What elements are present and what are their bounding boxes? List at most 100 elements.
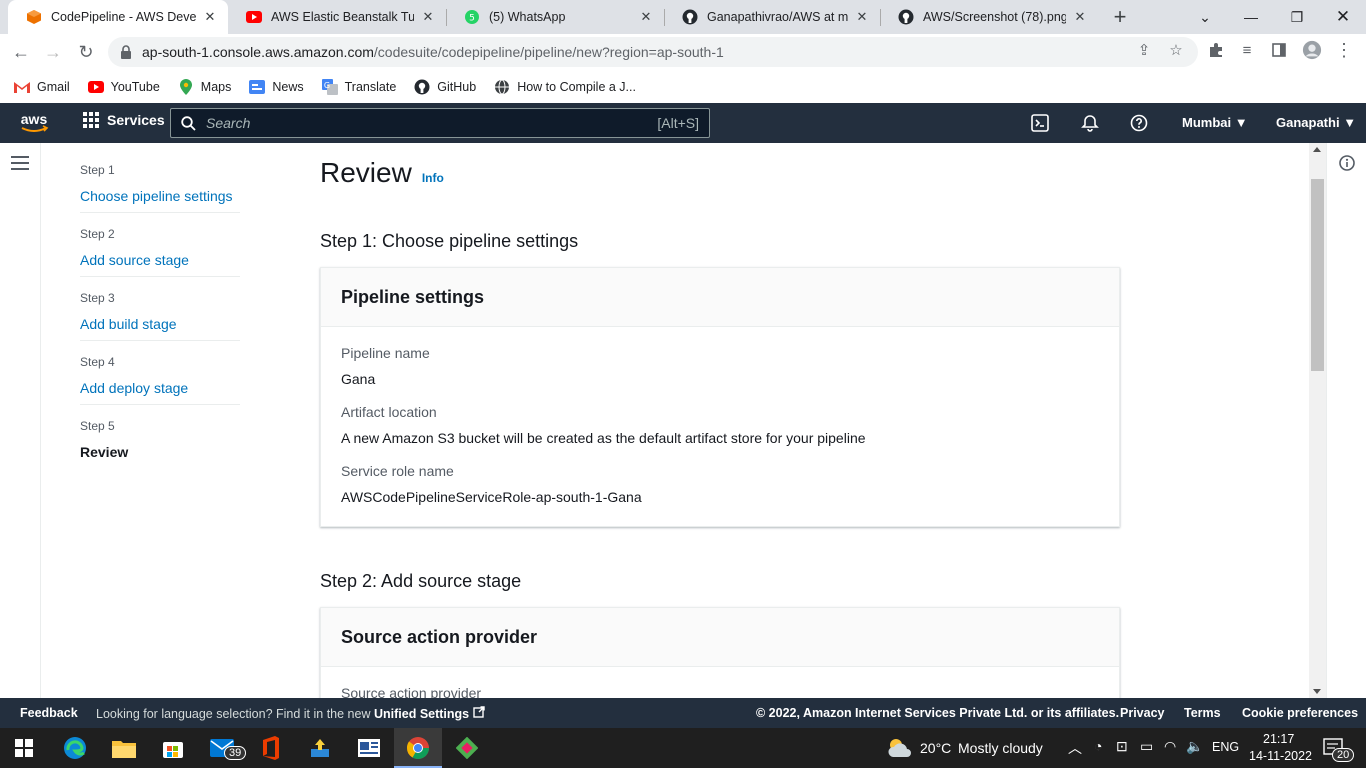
close-tab-icon[interactable]: ✕	[854, 9, 870, 25]
meet-now-icon[interactable]: ⊡	[1116, 738, 1128, 755]
clock-date[interactable]: 14-11-2022	[1249, 749, 1312, 763]
office-icon[interactable]	[257, 734, 285, 762]
close-tab-icon[interactable]: ✕	[638, 9, 654, 25]
region-selector[interactable]: Mumbai ▼	[1182, 115, 1248, 130]
bookmark-compile-java[interactable]: How to Compile a J...	[494, 79, 636, 95]
extensions-puzzle-icon[interactable]	[1206, 40, 1226, 60]
forward-button[interactable]: →	[40, 39, 66, 65]
github-icon	[682, 9, 698, 25]
lock-icon[interactable]	[120, 45, 132, 59]
close-window-button[interactable]: ✕	[1320, 0, 1366, 34]
browser-menu-icon[interactable]: ⋮	[1334, 40, 1354, 60]
edge-browser-icon[interactable]	[61, 734, 89, 762]
tab-github-repo[interactable]: Ganapathivrao/AWS at master ✕	[664, 0, 880, 34]
reload-button[interactable]: ↻	[73, 39, 99, 65]
restore-button[interactable]: ❐	[1274, 0, 1320, 34]
scrollbar-thumb[interactable]	[1311, 179, 1324, 371]
notifications-bell-icon[interactable]	[1079, 112, 1101, 134]
console-footer: Feedback Looking for language selection?…	[0, 698, 1366, 728]
app-pin-icon[interactable]	[306, 734, 334, 762]
tab-github-screenshot[interactable]: AWS/Screenshot (78).png at master ✕	[880, 0, 1098, 34]
info-circle-icon[interactable]	[1339, 155, 1355, 171]
external-link-icon[interactable]	[472, 706, 485, 721]
close-tab-icon[interactable]: ✕	[420, 9, 436, 25]
tab-title: AWS/Screenshot (78).png at master	[923, 10, 1066, 24]
battery-icon[interactable]: ▭	[1140, 738, 1153, 755]
bookmark-youtube[interactable]: YouTube	[87, 79, 160, 95]
feedback-link[interactable]: Feedback	[20, 706, 78, 720]
weather-temperature[interactable]: 20°C	[920, 740, 951, 756]
bookmark-news[interactable]: News	[249, 79, 304, 95]
bookmark-star-icon[interactable]: ☆	[1166, 40, 1186, 60]
show-hidden-icons-chevron-icon[interactable]: ︿	[1068, 738, 1082, 758]
profile-avatar[interactable]	[1302, 40, 1322, 60]
service-role-value: AWSCodePipelineServiceRole-ap-south-1-Ga…	[341, 489, 642, 505]
bookmark-gmail[interactable]: Gmail	[14, 79, 70, 95]
cloudshell-icon[interactable]	[1029, 112, 1051, 134]
tab-codepipeline[interactable]: CodePipeline - AWS Developer Tools ✕	[8, 0, 228, 34]
windows-taskbar: 39 20°C Mostly cloudy ︿ ◔ ⊡ ▭ ◠ 🔈 ENG 21…	[0, 728, 1366, 768]
vertical-scrollbar[interactable]	[1309, 143, 1326, 698]
translate-icon: G	[321, 78, 338, 95]
cookie-preferences-link[interactable]: Cookie preferences	[1242, 706, 1358, 720]
aws-logo[interactable]: aws	[18, 110, 50, 136]
grid-icon	[83, 112, 99, 128]
close-tab-icon[interactable]: ✕	[1072, 9, 1088, 25]
address-bar[interactable]: ap-south-1.console.aws.amazon.com/codesu…	[108, 37, 1198, 67]
maps-pin-icon	[178, 78, 194, 95]
hamburger-menu-icon[interactable]	[11, 156, 29, 172]
bookmark-maps[interactable]: Maps	[178, 78, 231, 95]
media-control-icon[interactable]: ≡	[1237, 40, 1257, 60]
new-tab-button[interactable]: +	[1108, 4, 1132, 29]
privacy-link[interactable]: Privacy	[1120, 706, 1164, 720]
services-menu-button[interactable]: Services	[83, 112, 165, 128]
step-link-deploy-stage[interactable]: Add deploy stage	[80, 380, 240, 405]
tab-search-chevron-icon[interactable]: ⌄	[1182, 0, 1228, 34]
side-panel-icon[interactable]	[1269, 40, 1289, 60]
artifact-location-label: Artifact location	[341, 404, 437, 420]
microsoft-store-icon[interactable]	[159, 734, 187, 762]
info-link[interactable]: Info	[422, 171, 444, 185]
language-notice-text: Looking for language selection? Find it …	[96, 707, 371, 721]
search-placeholder: Search	[206, 115, 251, 131]
file-explorer-icon[interactable]	[110, 734, 138, 762]
news-app-icon[interactable]	[355, 734, 383, 762]
step-link-build-stage[interactable]: Add build stage	[80, 316, 240, 341]
step-link-source-stage[interactable]: Add source stage	[80, 252, 240, 277]
step-label: Step 5	[80, 419, 115, 433]
unified-settings-link[interactable]: Unified Settings	[374, 707, 469, 721]
help-panel-rail	[1326, 143, 1366, 698]
scroll-down-arrow-icon[interactable]	[1313, 689, 1321, 694]
tab-elastic-beanstalk[interactable]: AWS Elastic Beanstalk Tutorial ✕	[228, 0, 446, 34]
weather-description[interactable]: Mostly cloudy	[958, 740, 1043, 756]
step-label: Step 4	[80, 355, 115, 369]
step-label: Step 1	[80, 163, 115, 177]
clock-time[interactable]: 21:17	[1263, 732, 1294, 746]
windows-start-icon[interactable]	[10, 734, 38, 762]
minimize-button[interactable]: —	[1228, 0, 1274, 34]
chrome-browser-icon[interactable]	[404, 734, 432, 762]
close-tab-icon[interactable]: ✕	[202, 9, 218, 25]
scroll-up-arrow-icon[interactable]	[1313, 147, 1321, 152]
wizard-step-1: Step 1 Choose pipeline settings	[80, 163, 240, 213]
git-app-icon[interactable]	[453, 734, 481, 762]
source-provider-label: Source action provider	[341, 685, 482, 698]
help-icon[interactable]	[1128, 112, 1150, 134]
volume-icon[interactable]: 🔈	[1186, 738, 1203, 755]
network-icon[interactable]: ◔	[1094, 738, 1102, 754]
pipeline-name-label: Pipeline name	[341, 345, 430, 361]
share-icon[interactable]: ⇪	[1134, 40, 1154, 60]
aws-search-input[interactable]: Search [Alt+S]	[170, 108, 710, 138]
card-title: Pipeline settings	[321, 268, 1119, 327]
weather-cloud-icon[interactable]	[886, 734, 914, 762]
step-link-pipeline-settings[interactable]: Choose pipeline settings	[80, 188, 240, 213]
wifi-icon[interactable]: ◠	[1164, 738, 1176, 755]
input-language[interactable]: ENG	[1212, 740, 1239, 754]
bookmark-github[interactable]: GitHub	[414, 79, 476, 95]
account-menu[interactable]: Ganapathi ▼	[1276, 115, 1356, 130]
whatsapp-icon: 5	[464, 9, 480, 25]
tab-whatsapp[interactable]: 5 (5) WhatsApp ✕	[446, 0, 664, 34]
back-button[interactable]: ←	[8, 39, 34, 65]
terms-link[interactable]: Terms	[1184, 706, 1221, 720]
bookmark-translate[interactable]: G Translate	[321, 78, 396, 95]
